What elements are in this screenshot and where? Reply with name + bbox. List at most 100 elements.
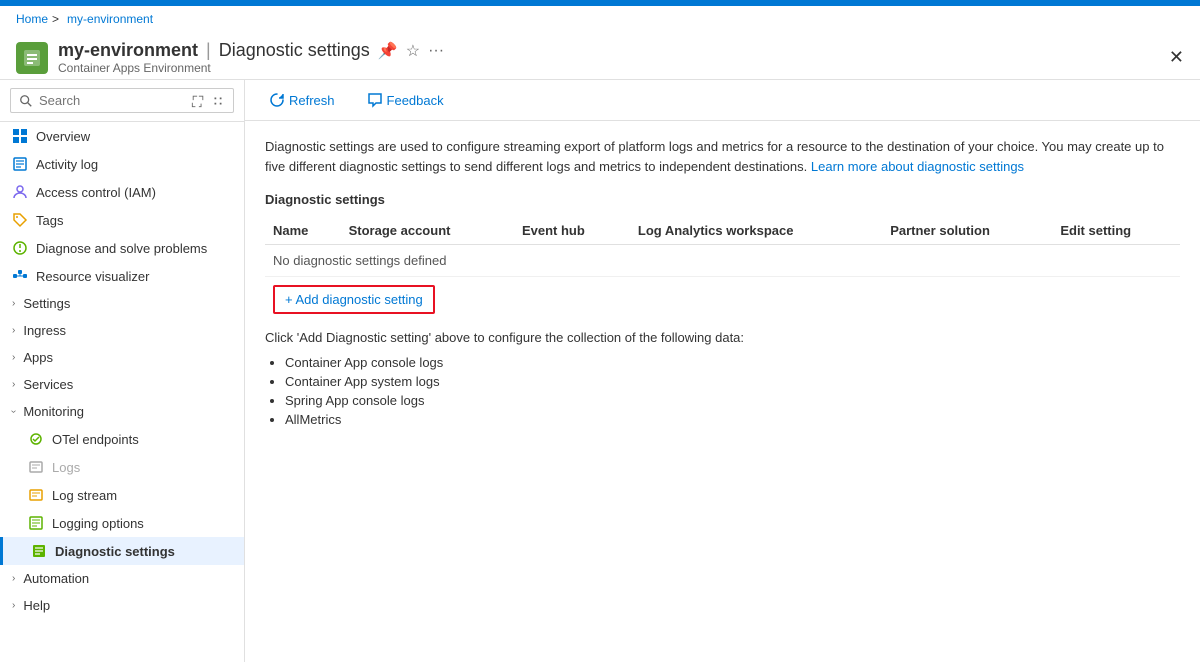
col-edit: Edit setting <box>1052 217 1180 245</box>
logs-label: Logs <box>52 460 80 475</box>
add-button-label: + Add diagnostic setting <box>285 292 423 307</box>
sidebar-group-help[interactable]: › Help <box>0 592 244 619</box>
sidebar-group-services[interactable]: › Services <box>0 371 244 398</box>
breadcrumb-home[interactable]: Home <box>16 12 48 26</box>
sidebar-group-automation[interactable]: › Automation <box>0 565 244 592</box>
resource-subtitle: Container Apps Environment <box>58 61 444 75</box>
ingress-group-label: Ingress <box>23 323 66 338</box>
refresh-button[interactable]: Refresh <box>261 88 343 112</box>
automation-group-label: Automation <box>23 571 89 586</box>
sidebar-item-activity-log[interactable]: Activity log <box>0 150 244 178</box>
sidebar: Overview Activity log Access control (IA… <box>0 80 245 662</box>
visualizer-icon <box>12 268 28 284</box>
search-icon <box>19 94 33 108</box>
sidebar-group-monitoring[interactable]: › Monitoring <box>0 398 244 425</box>
content-body: Diagnostic settings are used to configur… <box>245 121 1200 662</box>
list-item: AllMetrics <box>285 412 1180 427</box>
data-items-list: Container App console logs Container App… <box>285 355 1180 427</box>
feedback-label: Feedback <box>387 93 444 108</box>
tags-icon <box>12 212 28 228</box>
description-text: Diagnostic settings are used to configur… <box>265 137 1180 176</box>
sidebar-item-logs[interactable]: Logs <box>0 453 244 481</box>
star-icon[interactable]: ☆ <box>406 41 420 61</box>
sidebar-item-overview[interactable]: Overview <box>0 122 244 150</box>
sidebar-item-otel[interactable]: OTel endpoints <box>0 425 244 453</box>
page-title: Diagnostic settings <box>219 40 370 61</box>
search-box[interactable] <box>10 88 234 113</box>
section-title: Diagnostic settings <box>265 192 1180 207</box>
otel-label: OTel endpoints <box>52 432 139 447</box>
monitoring-chevron: › <box>8 410 19 413</box>
resource-icon <box>16 42 48 74</box>
sidebar-item-log-stream[interactable]: Log stream <box>0 481 244 509</box>
help-chevron: › <box>12 600 15 611</box>
toolbar: Refresh Feedback <box>245 80 1200 121</box>
sidebar-item-overview-label: Overview <box>36 129 90 144</box>
sidebar-group-settings[interactable]: › Settings <box>0 290 244 317</box>
logstream-icon <box>28 487 44 503</box>
iam-icon <box>12 184 28 200</box>
no-settings-message: No diagnostic settings defined <box>265 245 1180 277</box>
search-input[interactable] <box>39 93 185 108</box>
breadcrumb-separator: > <box>52 12 59 26</box>
sidebar-item-activity-label: Activity log <box>36 157 98 172</box>
close-button[interactable]: ✕ <box>1169 47 1184 68</box>
logs-icon <box>28 459 44 475</box>
diagnostic-table: Name Storage account Event hub Log Analy… <box>265 217 1180 277</box>
add-diagnostic-setting-button[interactable]: + Add diagnostic setting <box>273 285 435 314</box>
settings-group-label: Settings <box>23 296 70 311</box>
loggingoptions-label: Logging options <box>52 516 144 531</box>
col-storage: Storage account <box>341 217 514 245</box>
learn-more-link[interactable]: Learn more about diagnostic settings <box>811 159 1024 174</box>
logstream-label: Log stream <box>52 488 117 503</box>
sidebar-group-ingress[interactable]: › Ingress <box>0 317 244 344</box>
collapse-icon[interactable] <box>211 94 225 108</box>
instruction-text: Click 'Add Diagnostic setting' above to … <box>265 330 1180 345</box>
feedback-button[interactable]: Feedback <box>359 88 452 112</box>
apps-chevron: › <box>12 352 15 363</box>
sidebar-item-iam[interactable]: Access control (IAM) <box>0 178 244 206</box>
sidebar-item-viz-label: Resource visualizer <box>36 269 149 284</box>
refresh-label: Refresh <box>289 93 335 108</box>
col-eventhub: Event hub <box>514 217 630 245</box>
diagnostics-icon <box>31 543 47 559</box>
resource-name: my-environment <box>58 40 198 61</box>
services-group-label: Services <box>23 377 73 392</box>
monitoring-group-label: Monitoring <box>23 404 84 419</box>
help-group-label: Help <box>23 598 50 613</box>
more-icon[interactable]: ··· <box>428 42 444 60</box>
sidebar-item-tags-label: Tags <box>36 213 63 228</box>
sidebar-item-tags[interactable]: Tags <box>0 206 244 234</box>
sidebar-item-logging-options[interactable]: Logging options <box>0 509 244 537</box>
sidebar-group-apps[interactable]: › Apps <box>0 344 244 371</box>
sidebar-item-diagnose[interactable]: Diagnose and solve problems <box>0 234 244 262</box>
overview-icon <box>12 128 28 144</box>
ingress-chevron: › <box>12 325 15 336</box>
col-log-analytics: Log Analytics workspace <box>630 217 882 245</box>
sidebar-item-diagnose-label: Diagnose and solve problems <box>36 241 207 256</box>
services-chevron: › <box>12 379 15 390</box>
list-item: Container App console logs <box>285 355 1180 370</box>
sidebar-item-resource-viz[interactable]: Resource visualizer <box>0 262 244 290</box>
pin-icon[interactable]: 📌 <box>378 41 398 61</box>
main-content: Refresh Feedback Diagnostic settings are… <box>245 80 1200 662</box>
breadcrumb: Home > my-environment <box>0 6 1200 32</box>
activity-log-icon <box>12 156 28 172</box>
list-item: Spring App console logs <box>285 393 1180 408</box>
breadcrumb-current: my-environment <box>67 12 153 26</box>
header-divider: | <box>206 40 211 61</box>
sidebar-item-iam-label: Access control (IAM) <box>36 185 156 200</box>
refresh-icon <box>269 92 285 108</box>
sidebar-item-diagnostic-settings[interactable]: Diagnostic settings <box>0 537 244 565</box>
col-partner: Partner solution <box>882 217 1052 245</box>
otel-icon <box>28 431 44 447</box>
loggingoptions-icon <box>28 515 44 531</box>
diagnose-icon <box>12 240 28 256</box>
no-settings-row: No diagnostic settings defined <box>265 245 1180 277</box>
page-header: my-environment | Diagnostic settings 📌 ☆… <box>0 32 1200 80</box>
apps-group-label: Apps <box>23 350 53 365</box>
settings-chevron: › <box>12 298 15 309</box>
expand-icon[interactable] <box>191 94 205 108</box>
list-item: Container App system logs <box>285 374 1180 389</box>
automation-chevron: › <box>12 573 15 584</box>
